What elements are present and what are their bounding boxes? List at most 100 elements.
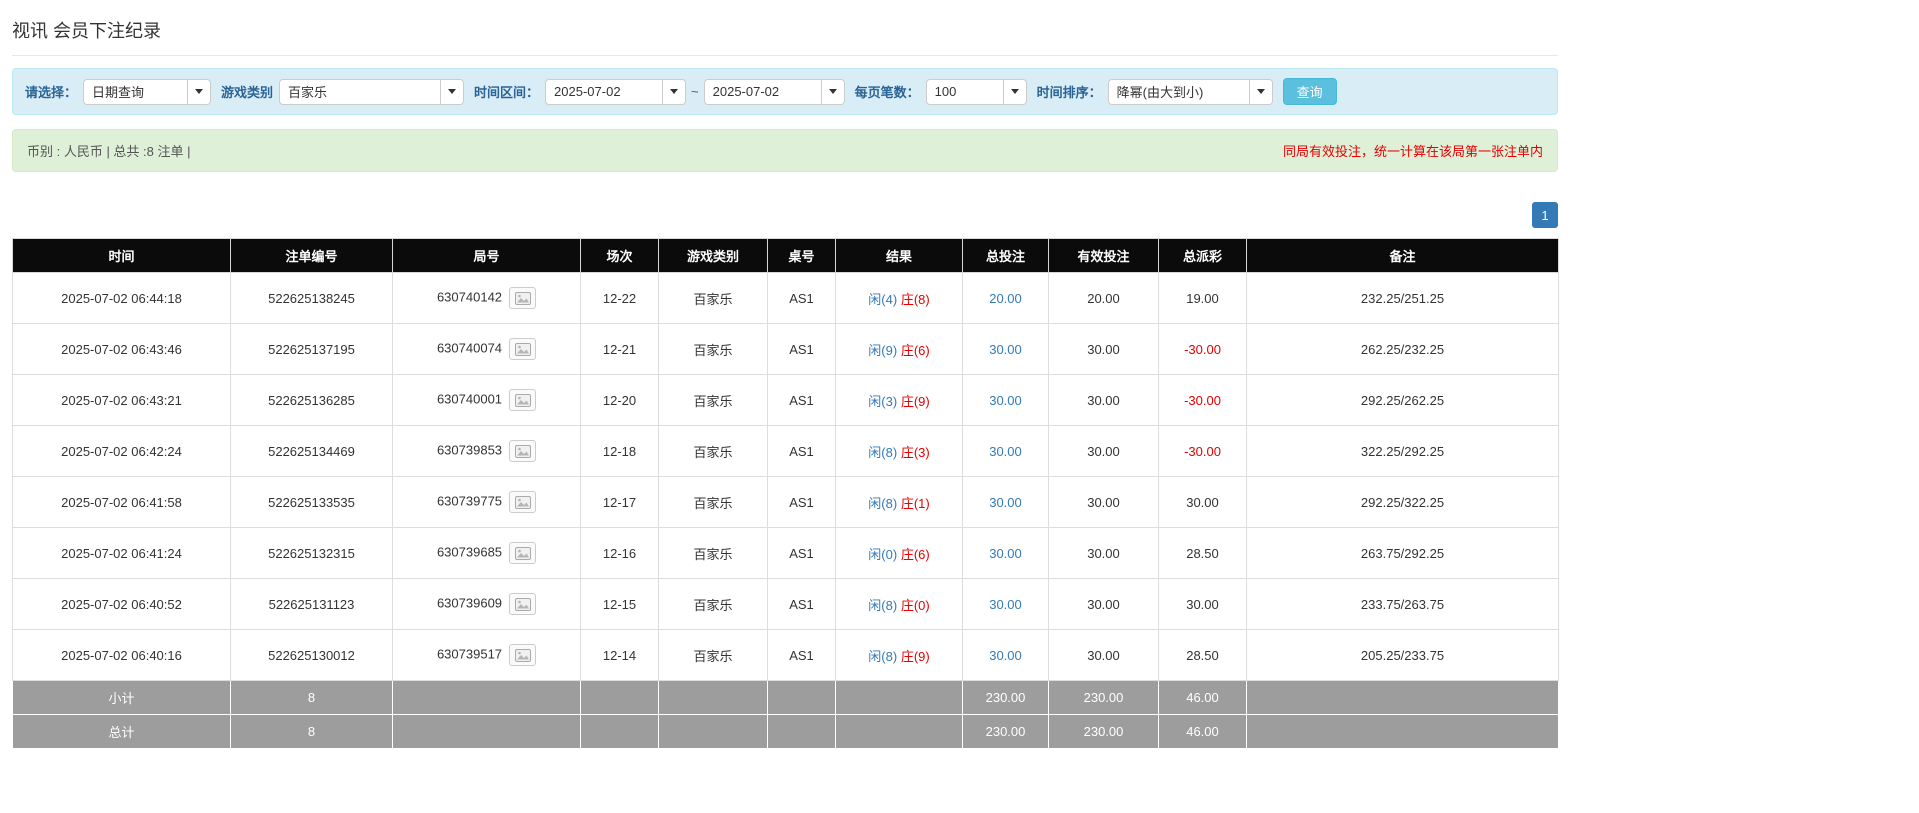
query-type-select bbox=[83, 78, 212, 105]
round-image-icon-button[interactable] bbox=[509, 287, 537, 309]
search-button[interactable]: 查询 bbox=[1282, 78, 1337, 105]
result-player: 闲(4) bbox=[868, 291, 898, 307]
payout-cell: -30.00 bbox=[1158, 374, 1247, 426]
round-no: 630740142 bbox=[436, 289, 503, 305]
valid-bet-cell: 30.00 bbox=[1048, 323, 1159, 375]
round-image-icon-button[interactable] bbox=[509, 593, 537, 615]
page-button-1[interactable]: 1 bbox=[1532, 202, 1558, 228]
total-bet-cell: 30.00 bbox=[962, 425, 1049, 477]
valid-bet-cell: 30.00 bbox=[1048, 629, 1159, 681]
total-bet-link[interactable]: 30.00 bbox=[989, 648, 1022, 663]
total-bet-link[interactable]: 30.00 bbox=[989, 495, 1022, 510]
table-no-cell: AS1 bbox=[767, 323, 836, 375]
round-image-icon-button[interactable] bbox=[509, 542, 537, 564]
total-bet-link[interactable]: 30.00 bbox=[989, 444, 1022, 459]
total-bet-cell: 20.00 bbox=[962, 272, 1049, 324]
date-to-dropdown-button[interactable] bbox=[821, 78, 845, 105]
payout-value: 30.00 bbox=[1186, 596, 1219, 612]
date-from-select bbox=[545, 78, 687, 105]
result-banker: 庄(3) bbox=[900, 444, 930, 460]
round-image-icon-button[interactable] bbox=[509, 338, 537, 360]
result-player: 闲(8) bbox=[868, 597, 898, 613]
result-banker: 庄(8) bbox=[900, 291, 930, 307]
note-cell: 262.25/232.25 bbox=[1246, 323, 1559, 375]
round-image-icon-button[interactable] bbox=[509, 644, 537, 666]
sort-select bbox=[1107, 78, 1273, 105]
page-size-dropdown-button[interactable] bbox=[1003, 78, 1027, 105]
picture-icon bbox=[514, 342, 531, 356]
query-type-input[interactable] bbox=[83, 78, 189, 105]
session-cell: 12-17 bbox=[580, 476, 659, 528]
pagination: 1 bbox=[12, 202, 1558, 228]
query-type-dropdown-button[interactable] bbox=[188, 78, 212, 105]
session-cell: 12-14 bbox=[580, 629, 659, 681]
chevron-down-icon bbox=[448, 89, 457, 94]
round-no-cell: 630739853 bbox=[392, 425, 581, 477]
date-to-select bbox=[703, 78, 845, 105]
footer-label-cell: 总计 bbox=[12, 714, 231, 749]
chevron-down-icon bbox=[670, 89, 679, 94]
payout-cell: -30.00 bbox=[1158, 323, 1247, 375]
footer-empty-cell bbox=[835, 680, 963, 715]
payout-value: 30.00 bbox=[1186, 494, 1219, 510]
table-row: 2025-07-02 06:41:24 522625132315 6307396… bbox=[12, 527, 1559, 579]
total-bet-cell: 30.00 bbox=[962, 323, 1049, 375]
footer-payout-cell: 46.00 bbox=[1158, 680, 1247, 715]
result-player: 闲(9) bbox=[868, 342, 898, 358]
total-bet-link[interactable]: 30.00 bbox=[989, 597, 1022, 612]
round-image-icon-button[interactable] bbox=[509, 491, 537, 513]
bet-no-cell: 522625134469 bbox=[230, 425, 393, 477]
column-header: 注单编号 bbox=[230, 238, 393, 273]
footer-count-cell: 8 bbox=[230, 680, 393, 715]
round-no-cell: 630740074 bbox=[392, 323, 581, 375]
footer-total-bet-cell: 230.00 bbox=[962, 680, 1049, 715]
table-row: 2025-07-02 06:44:18 522625138245 6307401… bbox=[12, 272, 1559, 324]
result-banker: 庄(1) bbox=[900, 495, 930, 511]
chevron-down-icon bbox=[1010, 89, 1019, 94]
bet-no-cell: 522625130012 bbox=[230, 629, 393, 681]
time-cell: 2025-07-02 06:43:46 bbox=[12, 323, 231, 375]
total-bet-link[interactable]: 30.00 bbox=[989, 393, 1022, 408]
total-bet-link[interactable]: 30.00 bbox=[989, 342, 1022, 357]
game-type-input[interactable] bbox=[279, 78, 442, 105]
footer-valid-bet-cell: 230.00 bbox=[1048, 680, 1159, 715]
valid-bet-cell: 30.00 bbox=[1048, 527, 1159, 579]
result-player: 闲(8) bbox=[868, 444, 898, 460]
column-header: 结果 bbox=[835, 238, 963, 273]
footer-empty-cell bbox=[580, 680, 659, 715]
round-no: 630739685 bbox=[436, 544, 503, 560]
result-banker: 庄(9) bbox=[900, 393, 930, 409]
valid-bet-cell: 30.00 bbox=[1048, 374, 1159, 426]
table-no-cell: AS1 bbox=[767, 425, 836, 477]
game-type-dropdown-button[interactable] bbox=[441, 78, 465, 105]
session-cell: 12-22 bbox=[580, 272, 659, 324]
session-cell: 12-15 bbox=[580, 578, 659, 630]
valid-bet-cell: 30.00 bbox=[1048, 425, 1159, 477]
round-image-icon-button[interactable] bbox=[509, 440, 537, 462]
time-cell: 2025-07-02 06:41:24 bbox=[12, 527, 231, 579]
table-no-cell: AS1 bbox=[767, 527, 836, 579]
date-from-input[interactable] bbox=[545, 78, 664, 105]
table-no-cell: AS1 bbox=[767, 476, 836, 528]
payout-cell: 30.00 bbox=[1158, 578, 1247, 630]
note-cell: 322.25/292.25 bbox=[1246, 425, 1559, 477]
time-cell: 2025-07-02 06:40:16 bbox=[12, 629, 231, 681]
total-bet-link[interactable]: 20.00 bbox=[989, 291, 1022, 306]
date-to-input[interactable] bbox=[703, 78, 822, 105]
page-size-input[interactable] bbox=[925, 78, 1004, 105]
footer-empty-cell bbox=[658, 680, 768, 715]
payout-value: -30.00 bbox=[1184, 392, 1221, 408]
sort-input[interactable] bbox=[1107, 78, 1250, 105]
footer-empty-cell bbox=[1246, 680, 1559, 715]
total-bet-link[interactable]: 30.00 bbox=[989, 546, 1022, 561]
payout-cell: 28.50 bbox=[1158, 527, 1247, 579]
date-from-dropdown-button[interactable] bbox=[663, 78, 687, 105]
round-image-icon-button[interactable] bbox=[509, 389, 537, 411]
sort-dropdown-button[interactable] bbox=[1249, 78, 1273, 105]
footer-row: 小计 8 230.00 230.00 46.00 bbox=[12, 680, 1559, 715]
session-cell: 12-18 bbox=[580, 425, 659, 477]
total-bet-cell: 30.00 bbox=[962, 527, 1049, 579]
note-cell: 233.75/263.75 bbox=[1246, 578, 1559, 630]
payout-cell: 30.00 bbox=[1158, 476, 1247, 528]
page-title: 视讯 会员下注纪录 bbox=[12, 21, 162, 41]
